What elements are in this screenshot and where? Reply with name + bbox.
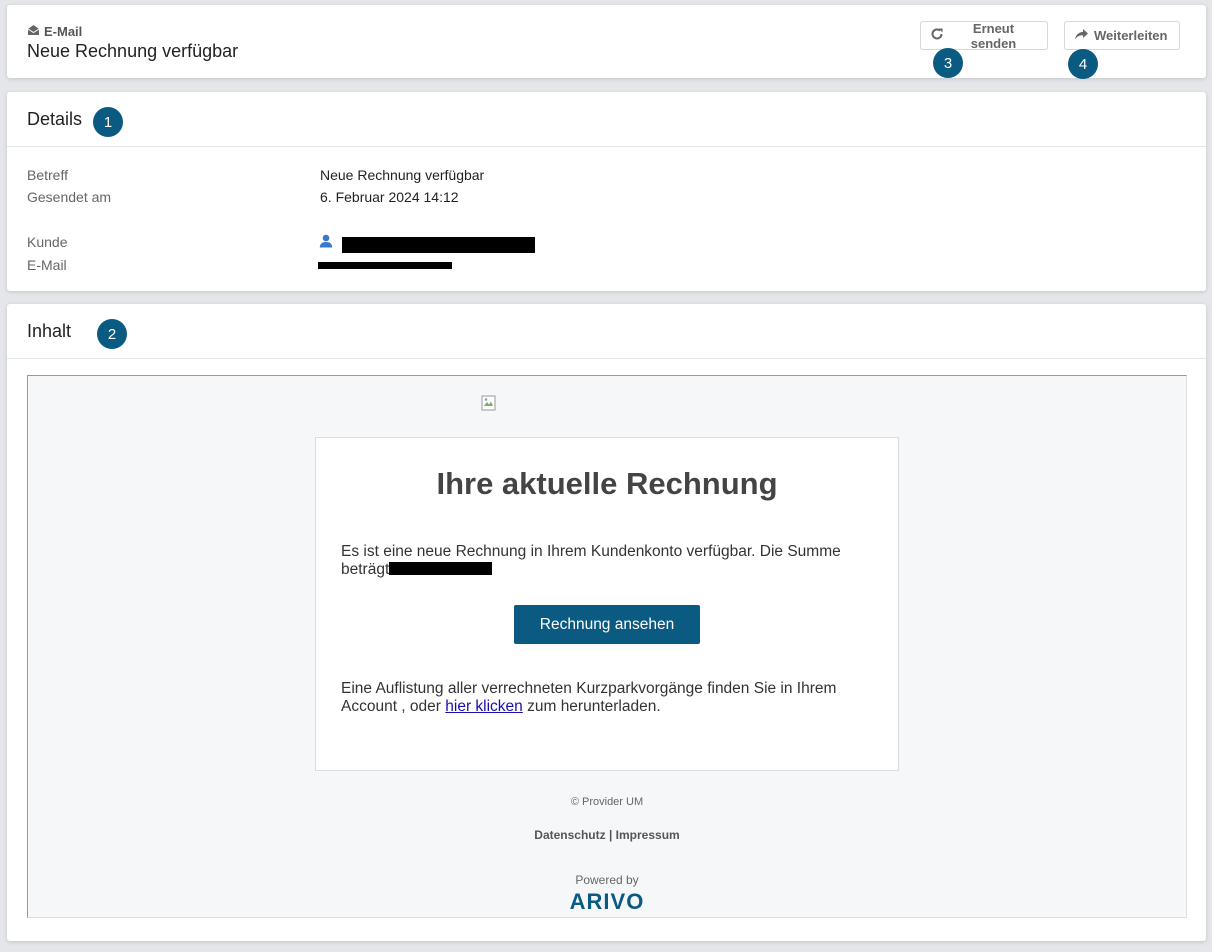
powered-by-label: Powered by [575, 873, 639, 887]
details-divider [7, 146, 1206, 147]
amount-redacted [389, 562, 493, 575]
details-title: Details [27, 109, 83, 129]
email-value-redacted [318, 262, 452, 269]
email-paragraph-listing: Eine Auflistung aller verrechneten Kurzp… [341, 680, 881, 716]
refresh-icon [930, 27, 944, 44]
share-icon [1074, 28, 1089, 44]
email-paragraph-amount: Es ist eine neue Rechnung in Ihrem Kunde… [341, 543, 881, 579]
forward-button-label: Weiterleiten [1094, 28, 1168, 43]
resend-button-label: Erneut senden [970, 20, 1017, 51]
envelope-icon [27, 24, 40, 39]
annotation-badge-4: 4 [1068, 49, 1098, 79]
email-body-box: Ihre aktuelle Rechnung Es ist eine neue … [315, 437, 899, 771]
view-invoice-button[interactable]: Rechnung ansehen [514, 605, 700, 644]
email-footer-links: Datenschutz | Impressum [28, 828, 1186, 842]
content-card: Inhalt 2 Ihre aktuelle Rechnung Es ist e… [7, 304, 1206, 941]
annotation-badge-3: 3 [933, 48, 963, 78]
download-link[interactable]: hier klicken [445, 698, 523, 715]
sent-date-label: Gesendet am [27, 189, 112, 205]
annotation-badge-1: 1 [93, 107, 123, 137]
subject-value: Neue Rechnung verfügbar [320, 167, 485, 183]
imprint-link[interactable]: Impressum [616, 828, 680, 842]
email-type-label: E-Mail [27, 24, 82, 39]
customer-label: Kunde [27, 234, 68, 250]
customer-link-redacted[interactable] [342, 237, 535, 253]
email-preview-frame[interactable]: Ihre aktuelle Rechnung Es ist eine neue … [27, 375, 1187, 918]
email-copyright: © Provider UM [570, 796, 644, 808]
email-paragraph-listing-tail: zum herunterladen. [522, 698, 661, 715]
email-type-text: E-Mail [44, 24, 83, 39]
page-title: Neue Rechnung verfügbar [27, 41, 239, 61]
email-heading: Ihre aktuelle Rechnung [436, 466, 778, 501]
user-icon [319, 234, 333, 253]
email-label: E-Mail [27, 257, 67, 273]
privacy-link[interactable]: Datenschutz [534, 828, 605, 842]
email-header-card: E-Mail Neue Rechnung verfügbar Erneut se… [7, 5, 1206, 79]
annotation-badge-2: 2 [97, 319, 127, 349]
footer-separator: | [608, 828, 613, 842]
content-divider [7, 358, 1206, 359]
content-title: Inhalt [27, 321, 72, 341]
broken-image-icon [481, 395, 497, 411]
forward-button[interactable]: Weiterleiten [1064, 21, 1180, 50]
subject-label: Betreff [27, 167, 68, 183]
resend-button[interactable]: Erneut senden [920, 20, 1048, 51]
details-card: Details 1 Betreff Neue Rechnung verfügba… [7, 92, 1206, 291]
sent-date-value: 6. Februar 2024 14:12 [320, 189, 459, 205]
arivo-logo: ARIVO [569, 889, 645, 914]
